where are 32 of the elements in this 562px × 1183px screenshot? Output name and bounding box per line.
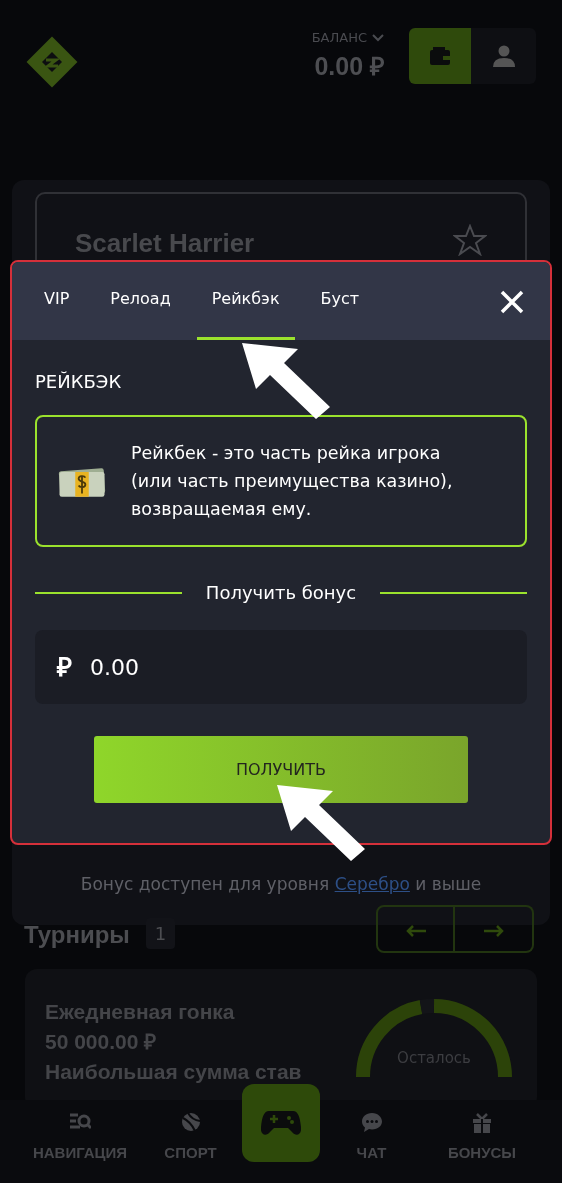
- tab[interactable]: Релоад: [95, 262, 186, 340]
- games-button[interactable]: [242, 1084, 320, 1162]
- info-text: Рейкбек - это часть рейка игрока (или часть преимущества казино), возвращаемая ему.: [131, 442, 454, 521]
- wallet-icon: [430, 47, 450, 65]
- user-icon: [492, 45, 515, 67]
- wallet-button[interactable]: [409, 28, 471, 84]
- currency-sign: ₽: [57, 650, 72, 684]
- profile-button[interactable]: [471, 28, 536, 84]
- balance-amount: 0.00 ₽: [313, 50, 385, 82]
- chevron-down-icon[interactable]: [371, 32, 385, 43]
- arrow-right-icon: [482, 923, 505, 938]
- bonus-title: Scarlet Harrier: [75, 227, 255, 260]
- next-button[interactable]: [455, 905, 534, 953]
- divider-label: Получить бонус: [204, 581, 358, 605]
- bonus-availability-text: Бонус доступен для уровня Серебро и выше: [79, 873, 483, 896]
- star-icon[interactable]: [453, 224, 487, 256]
- amount-input[interactable]: 0.00: [88, 649, 288, 685]
- close-button[interactable]: [500, 289, 524, 313]
- tab[interactable]: VIP: [29, 262, 85, 340]
- section-heading: РЕЙКБЭК: [35, 370, 123, 394]
- close-icon: [500, 289, 524, 314]
- tab[interactable]: Рейкбэк: [196, 262, 295, 340]
- ball-icon: [179, 1112, 202, 1134]
- claim-button[interactable]: ПОЛУЧИТЬ: [94, 736, 468, 803]
- gamepad-icon: [261, 1109, 301, 1137]
- tab[interactable]: Буст: [305, 262, 375, 340]
- gift-icon: [471, 1112, 493, 1134]
- arrow-left-icon: [404, 923, 427, 938]
- balance-label: БАЛАНС: [311, 29, 367, 47]
- chat-bubble-icon: [360, 1112, 383, 1134]
- previous-button[interactable]: [376, 905, 455, 953]
- section-title: Турниры: [24, 920, 130, 950]
